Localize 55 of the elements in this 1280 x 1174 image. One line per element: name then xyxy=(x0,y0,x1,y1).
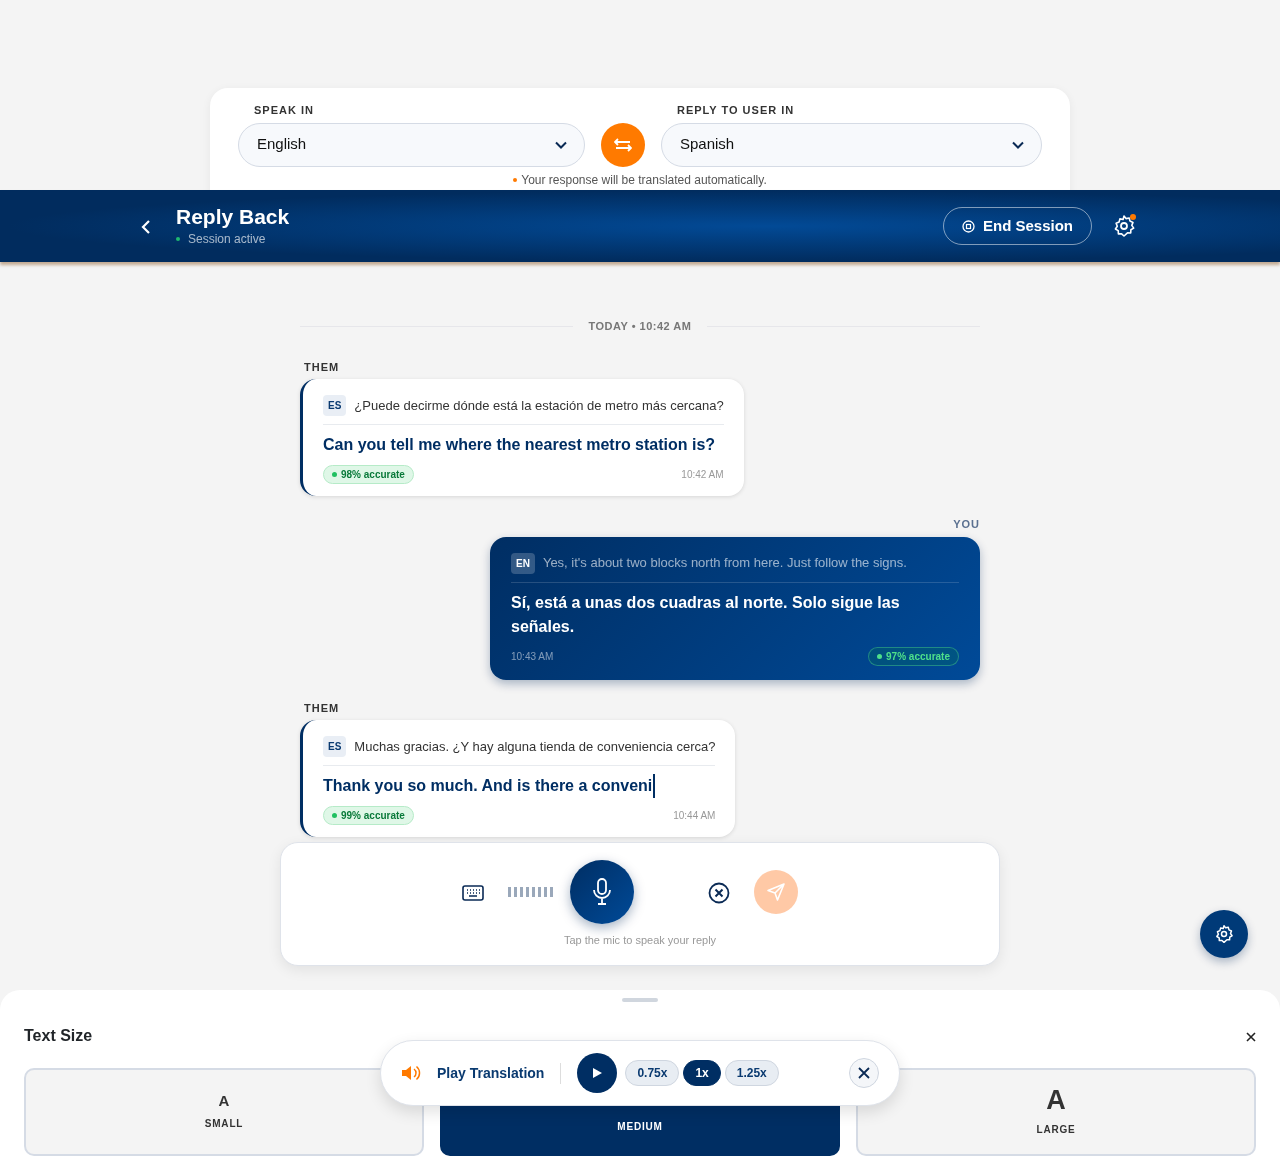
mic-hint: Tap the mic to speak your reply xyxy=(563,932,717,948)
text-size-option[interactable]: A SMALL xyxy=(24,1068,424,1156)
microphone-icon xyxy=(592,877,612,906)
play-icon xyxy=(591,1067,604,1079)
close-circle-icon xyxy=(708,881,730,904)
close-button[interactable] xyxy=(849,1058,879,1088)
microphone-button[interactable] xyxy=(570,859,634,924)
status-dot xyxy=(176,237,180,241)
language-tag: ES xyxy=(323,736,347,757)
waveform-icon xyxy=(508,886,554,897)
speak-in-dropdown[interactable]: English xyxy=(238,122,585,167)
send-icon xyxy=(766,881,786,902)
speed-option[interactable]: 0.75x xyxy=(625,1060,680,1086)
settings-icon xyxy=(1214,924,1234,944)
play-translation-label: Play Translation xyxy=(437,1062,562,1084)
drag-handle[interactable] xyxy=(622,998,658,1002)
message-time: 10:42 AM xyxy=(681,468,724,482)
message-time: 10:43 AM xyxy=(511,649,554,664)
sender-label: THEM xyxy=(304,700,340,716)
sheet-title: Text Size xyxy=(24,1026,93,1046)
stop-icon xyxy=(961,219,975,233)
reply-language-dropdown[interactable]: Spanish xyxy=(660,122,1042,167)
language-tag: EN xyxy=(511,552,535,574)
sender-label: THEM xyxy=(304,359,340,375)
back-icon xyxy=(140,218,152,235)
text-size-option[interactable]: A LARGE xyxy=(856,1068,1256,1156)
note-text: Your response will be translated automatically. xyxy=(521,172,767,187)
accuracy-badge: 97% accurate xyxy=(868,646,959,666)
translated-text: Can you tell me where the nearest metro station is? xyxy=(323,435,717,455)
settings-button[interactable] xyxy=(1200,910,1248,958)
play-button[interactable] xyxy=(577,1053,618,1093)
speak-in-label: SPEAK IN xyxy=(254,103,315,118)
reply-in-label: REPLY TO USER IN xyxy=(676,103,796,118)
close-icon xyxy=(858,1067,870,1079)
swap-arrows-icon xyxy=(613,137,632,152)
accuracy-badge: 98% accurate xyxy=(323,465,414,484)
message-time: 10:44 AM xyxy=(673,809,716,823)
speaker-icon xyxy=(401,1064,421,1082)
accuracy-badge: 99% accurate xyxy=(323,806,414,825)
bullet-dot xyxy=(513,177,518,182)
session-status: Session active xyxy=(188,231,266,248)
date-divider: TODAY • 10:42 AM xyxy=(587,319,693,334)
close-icon xyxy=(1246,1031,1256,1042)
settings-icon xyxy=(1112,214,1136,239)
language-tag: ES xyxy=(323,395,347,416)
original-text: Yes, it's about two blocks north from here. Just follow the signs. xyxy=(542,554,907,573)
sender-label: YOU xyxy=(953,517,980,532)
speed-option[interactable]: 1x xyxy=(683,1060,721,1086)
page-title: Reply Back xyxy=(176,204,290,230)
translated-text: Sí, está a unas dos cuadras al norte. Solo sigue las señales. xyxy=(511,592,901,637)
original-text: ¿Puede decirme dónde está la estación de metro más cercana? xyxy=(354,396,724,415)
original-text: Muchas gracias. ¿Y hay alguna tienda de conveniencia cerca? xyxy=(354,737,716,756)
speed-option[interactable]: 1.25x xyxy=(724,1060,779,1086)
keyboard-icon xyxy=(462,884,484,901)
translated-text: Thank you so much. And is there a conveni xyxy=(323,774,656,798)
